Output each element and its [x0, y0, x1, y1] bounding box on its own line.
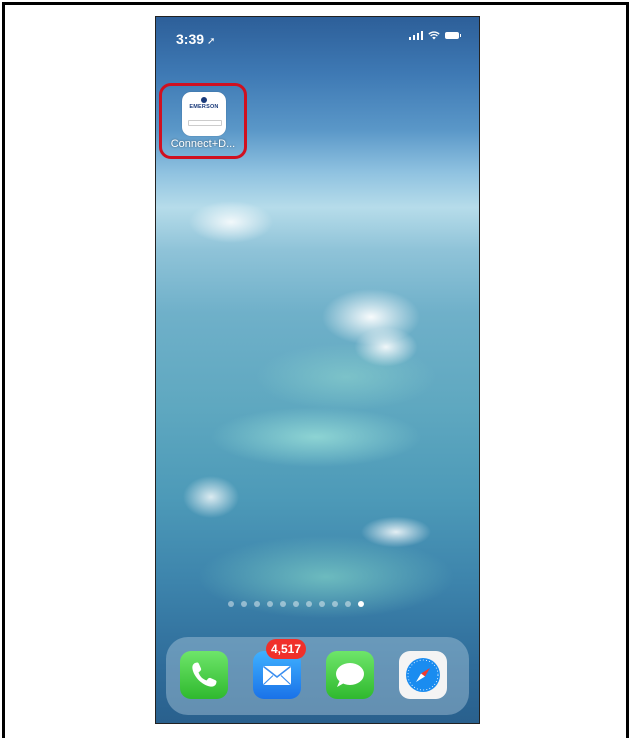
- wifi-icon: [428, 31, 440, 40]
- status-bar: 3:39 ➚: [156, 17, 479, 57]
- app-icon-brand: EMERSON: [189, 104, 219, 110]
- battery-icon: [445, 32, 461, 39]
- page-dot[interactable]: [319, 601, 325, 607]
- location-arrow-icon: ➚: [207, 36, 216, 47]
- emerson-app-icon[interactable]: EMERSON: [182, 92, 226, 136]
- page-dot[interactable]: [267, 601, 273, 607]
- page-dot[interactable]: [241, 601, 247, 607]
- page-dot[interactable]: [358, 601, 364, 607]
- page-dot[interactable]: [332, 601, 338, 607]
- app-label: Connect+D...: [170, 138, 236, 150]
- status-time: 3:39 ➚: [176, 31, 216, 47]
- phone-screen: 3:39 ➚ EMERSON Connect+D... 4,517: [155, 16, 480, 724]
- page-dot[interactable]: [280, 601, 286, 607]
- page-dot[interactable]: [293, 601, 299, 607]
- phone-app[interactable]: [180, 651, 228, 699]
- signal-bars-icon: [408, 31, 423, 40]
- safari-app[interactable]: [399, 651, 447, 699]
- messages-icon: [336, 663, 364, 687]
- app-icon-field: [188, 120, 222, 126]
- dock: 4,517: [166, 637, 469, 715]
- safari-compass-icon: [406, 658, 440, 692]
- phone-icon: [192, 662, 217, 687]
- mail-unread-badge: 4,517: [266, 639, 307, 659]
- messages-app[interactable]: [326, 651, 374, 699]
- page-dot[interactable]: [306, 601, 312, 607]
- home-app-connect-diagnostics[interactable]: EMERSON Connect+D...: [159, 83, 247, 159]
- page-indicator[interactable]: [228, 601, 364, 607]
- emerson-logo-icon: [201, 97, 207, 103]
- page-dot[interactable]: [345, 601, 351, 607]
- page-dot[interactable]: [228, 601, 234, 607]
- page-dot[interactable]: [254, 601, 260, 607]
